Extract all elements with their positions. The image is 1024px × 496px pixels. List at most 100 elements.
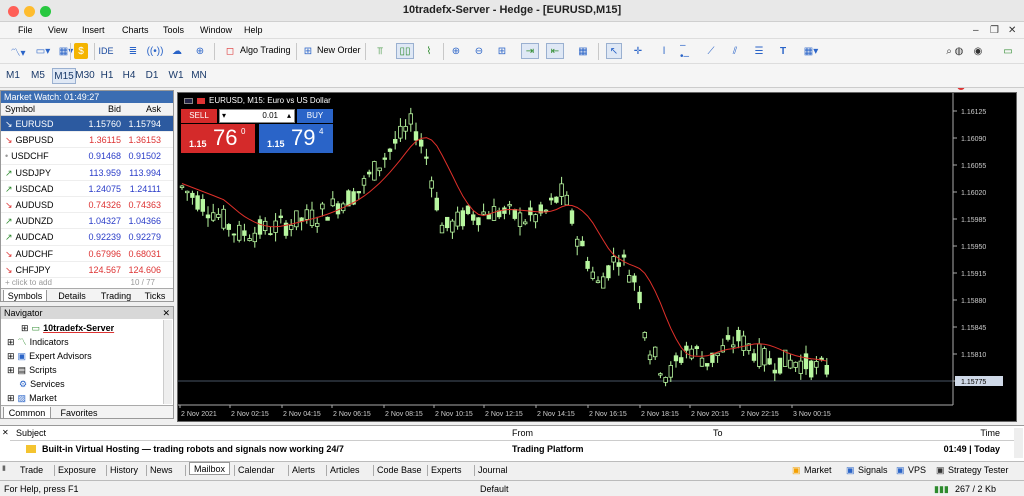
- tab-market[interactable]: Market: [804, 464, 832, 477]
- volume-input[interactable]: ▾ 0.01 ▴: [219, 109, 295, 123]
- timeframe-m15[interactable]: M15: [52, 68, 76, 84]
- cloud-icon[interactable]: ☁: [170, 43, 184, 59]
- market-watch-row[interactable]: ↘ AUDCHF 0.67996 0.68031: [1, 246, 173, 262]
- volume-up-icon[interactable]: ▴: [287, 110, 291, 122]
- click-to-add-row[interactable]: + click to add 10 / 77: [1, 278, 173, 288]
- market-watch-row[interactable]: ↘ AUDUSD 0.74326 0.74363: [1, 197, 173, 214]
- tab-experts[interactable]: Experts: [431, 464, 462, 477]
- tab-news[interactable]: News: [150, 464, 173, 477]
- from-column-header[interactable]: From: [512, 428, 533, 438]
- tab-mailbox[interactable]: Mailbox: [189, 462, 231, 475]
- new-chart-icon[interactable]: 〽▾: [8, 43, 28, 59]
- nav-scripts[interactable]: ⊞ ▤ Scripts: [7, 364, 57, 377]
- expand-icon[interactable]: ⊞: [7, 392, 15, 405]
- menu-help[interactable]: Help: [244, 25, 263, 35]
- time-column-header[interactable]: Time: [980, 428, 1000, 438]
- zoom-in-icon[interactable]: ⊕: [448, 43, 464, 59]
- tab-signals[interactable]: Signals: [858, 464, 888, 477]
- tab-details[interactable]: Details: [51, 290, 93, 302]
- market-icon[interactable]: ▣: [792, 465, 801, 476]
- market-watch-row[interactable]: ↗ AUDNZD 1.04327 1.04366: [1, 213, 173, 230]
- tab-symbols[interactable]: Symbols: [3, 290, 47, 302]
- dollar-icon[interactable]: $: [74, 43, 88, 59]
- mail-row[interactable]: Built-in Virtual Hosting — trading robot…: [10, 443, 1020, 457]
- menu-tools[interactable]: Tools: [163, 25, 184, 35]
- text-icon[interactable]: T: [776, 43, 790, 59]
- trendline-icon[interactable]: ⟋: [704, 43, 718, 59]
- sell-button[interactable]: SELL: [181, 109, 217, 123]
- layout-icon[interactable]: ▭: [1000, 43, 1016, 59]
- tab-exposure[interactable]: Exposure: [58, 464, 96, 477]
- cursor-icon[interactable]: ↖: [606, 43, 622, 59]
- database-icon[interactable]: ≣: [126, 43, 140, 59]
- menu-charts[interactable]: Charts: [122, 25, 149, 35]
- menu-view[interactable]: View: [48, 25, 67, 35]
- horizontal-line-icon[interactable]: –•–: [680, 40, 694, 62]
- chart-window[interactable]: 1.16125 1.16090 1.16055 1.16020 1.15985 1.159…: [177, 92, 1017, 422]
- tab-history[interactable]: History: [110, 464, 138, 477]
- crosshair-icon[interactable]: ✛: [630, 43, 646, 59]
- tab-ticks[interactable]: Ticks: [139, 290, 171, 302]
- vps-icon[interactable]: ▣: [896, 465, 905, 476]
- zoom-out-icon[interactable]: ⊖: [471, 43, 487, 59]
- menu-insert[interactable]: Insert: [82, 25, 105, 35]
- line-chart-icon[interactable]: ⌇: [421, 43, 437, 59]
- expand-icon[interactable]: ⊞: [7, 336, 15, 349]
- mailbox-scrollbar[interactable]: [1014, 428, 1023, 458]
- buy-price-button[interactable]: 1.15 79 4: [259, 124, 333, 153]
- market-watch-row[interactable]: ↘ GBPUSD 1.36115 1.36153: [1, 132, 173, 149]
- profiles-icon[interactable]: ▭▾: [33, 43, 53, 59]
- menu-file[interactable]: File: [18, 25, 33, 35]
- expand-icon[interactable]: ⊞: [7, 350, 15, 363]
- timeframe-h1[interactable]: H1: [98, 68, 116, 84]
- market-watch-row[interactable]: ↘ EURUSD 1.15760 1.15794: [1, 116, 173, 133]
- tab-code-base[interactable]: Code Base: [377, 464, 422, 477]
- vertical-line-icon[interactable]: ǀ: [657, 43, 671, 59]
- nav-server[interactable]: ⊞ ▭ 10tradefx-Server: [21, 322, 114, 335]
- nav-expert-advisors[interactable]: ⊞ ▣ Expert Advisors: [7, 350, 92, 363]
- timeframe-d1[interactable]: D1: [143, 68, 161, 84]
- bar-chart-icon[interactable]: ⫪: [372, 43, 388, 59]
- close-icon[interactable]: ✕: [1008, 25, 1016, 36]
- subject-column-header[interactable]: Subject: [16, 428, 46, 438]
- timeframe-w1[interactable]: W1: [166, 68, 186, 84]
- expand-icon[interactable]: ⊞: [7, 364, 15, 377]
- new-order-icon[interactable]: ⊞: [302, 43, 314, 59]
- network-icon[interactable]: ⊕: [193, 43, 207, 59]
- signal-icon[interactable]: ((•)): [147, 43, 164, 59]
- tab-trading[interactable]: Trading: [95, 290, 137, 302]
- market-watch-row[interactable]: ↗ USDCAD 1.24075 1.24111: [1, 181, 173, 197]
- sell-price-button[interactable]: 1.15 76 0: [181, 124, 255, 153]
- tab-journal[interactable]: Journal: [478, 464, 508, 477]
- chart-menu-icon[interactable]: [197, 97, 205, 104]
- click-to-add[interactable]: + click to add: [5, 278, 52, 287]
- grid-icon[interactable]: ▦: [575, 43, 591, 59]
- market-watch-row[interactable]: ↗ USDJPY 113.959 113.994: [1, 165, 173, 181]
- account-icon[interactable]: ◉: [970, 43, 986, 59]
- chart-shift-icon[interactable]: ⇤: [546, 43, 564, 59]
- market-watch-row[interactable]: • USDCHF 0.91468 0.91502: [1, 148, 173, 165]
- restore-icon[interactable]: ❐: [990, 25, 999, 36]
- tab-favorites[interactable]: Favorites: [55, 407, 103, 419]
- tab-trade[interactable]: Trade: [20, 464, 43, 477]
- symbol-column-header[interactable]: Symbol: [1, 103, 85, 115]
- market-watch-row[interactable]: ↘ CHFJPY 124.567 124.606: [1, 262, 173, 278]
- minimize-icon[interactable]: –: [973, 25, 979, 36]
- signals-icon[interactable]: ▣: [846, 465, 855, 476]
- menu-window[interactable]: Window: [200, 25, 232, 35]
- tab-vps[interactable]: VPS: [908, 464, 926, 477]
- ide-button[interactable]: IDE: [98, 43, 114, 59]
- tab-calendar[interactable]: Calendar: [238, 464, 275, 477]
- templates-icon[interactable]: ▦▾: [56, 43, 76, 59]
- ask-column-header[interactable]: Ask: [123, 103, 163, 115]
- auto-scroll-icon[interactable]: ⇥: [521, 43, 539, 59]
- navigator-scrollbar[interactable]: [163, 320, 172, 404]
- new-order-button[interactable]: New Order: [317, 45, 361, 55]
- to-column-header[interactable]: To: [713, 428, 723, 438]
- timeframe-m5[interactable]: M5: [28, 68, 48, 84]
- nav-services[interactable]: ⚙ Services: [7, 378, 65, 391]
- fibonacci-icon[interactable]: ☰: [752, 43, 766, 59]
- market-watch-row[interactable]: ↗ AUDCAD 0.92239 0.92279: [1, 229, 173, 246]
- algo-trading-icon[interactable]: ◻: [224, 43, 236, 59]
- strategy-tester-icon[interactable]: ▣: [936, 465, 945, 476]
